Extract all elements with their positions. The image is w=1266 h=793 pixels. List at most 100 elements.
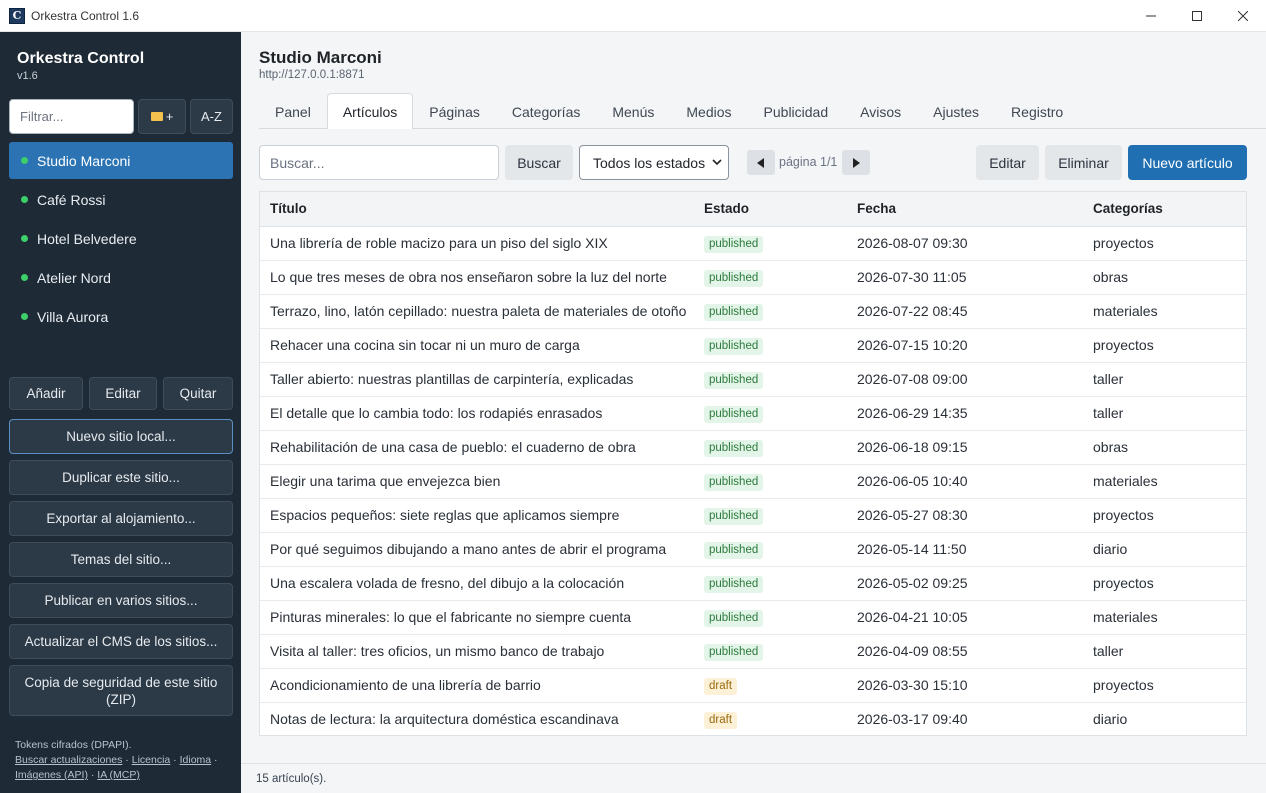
filter-input[interactable]: Filtrar... [9, 99, 134, 134]
new-article-button[interactable]: Nuevo artículo [1128, 145, 1247, 180]
cell-date: 2026-03-30 15:10 [857, 668, 1093, 703]
table-row[interactable]: Pinturas minerales: lo que el fabricante… [260, 600, 1246, 635]
tab-articles[interactable]: Artículos [326, 93, 414, 129]
table-row[interactable]: Lo que tres meses de obra nos enseñaron … [260, 260, 1246, 295]
add-site-button[interactable]: Añadir [9, 377, 83, 410]
table-row[interactable]: El detalle que lo cambia todo: los rodap… [260, 396, 1246, 431]
online-status-icon [21, 235, 28, 242]
table-row[interactable]: Una escalera volada de fresno, del dibuj… [260, 566, 1246, 601]
tab-bar: Panel Artículos Páginas Categorías Menús… [259, 93, 1079, 129]
site-item-label: Atelier Nord [37, 269, 111, 286]
column-header-date[interactable]: Fecha [857, 192, 1093, 227]
edit-site-button[interactable]: Editar [89, 377, 157, 410]
update-cms-button[interactable]: Actualizar el CMS de los sitios... [9, 624, 233, 659]
language-link[interactable]: Idioma [180, 754, 212, 766]
tab-settings[interactable]: Ajustes [917, 93, 995, 129]
next-page-button[interactable] [842, 150, 870, 175]
table-row[interactable]: Terrazo, lino, latón cepillado: nuestra … [260, 294, 1246, 329]
cell-status: published [704, 600, 857, 635]
tab-log[interactable]: Registro [995, 93, 1079, 129]
status-badge: published [704, 337, 764, 355]
cell-date: 2026-03-17 09:40 [857, 711, 968, 728]
site-item-cafe-rossi[interactable]: Café Rossi [9, 181, 233, 218]
remove-site-button[interactable]: Quitar [163, 377, 233, 410]
table-row[interactable]: Notas de lectura: la arquitectura domést… [260, 702, 1246, 736]
license-link[interactable]: Licencia [132, 754, 171, 766]
status-bar: 15 artículo(s). [241, 763, 1266, 793]
cell-date: 2026-07-22 08:45 [857, 294, 1093, 329]
table-row[interactable]: Acondicionamiento de una librería de bar… [260, 668, 1246, 703]
table-row[interactable]: Taller abierto: nuestras plantillas de c… [260, 362, 1246, 397]
tab-notices[interactable]: Avisos [844, 93, 917, 129]
cell-date: 2026-07-08 09:00 [857, 362, 1093, 397]
delete-article-button[interactable]: Eliminar [1045, 145, 1122, 180]
ai-mcp-link[interactable]: IA (MCP) [97, 769, 140, 781]
page-title: Studio Marconi [259, 48, 382, 67]
status-filter-select[interactable]: Todos los estados [579, 145, 729, 180]
site-item-hotel-belvedere[interactable]: Hotel Belvedere [9, 220, 233, 257]
cell-title: Taller abierto: nuestras plantillas de c… [260, 362, 704, 397]
folder-icon [150, 112, 163, 121]
table-header-row: Título Estado Fecha Categorías [260, 192, 1246, 227]
sort-az-button[interactable]: A-Z [190, 99, 233, 134]
table-row[interactable]: Visita al taller: tres oficios, un mismo… [260, 634, 1246, 669]
cell-date: 2026-04-21 10:05 [857, 600, 1093, 635]
caret-left-icon [757, 157, 764, 168]
cell-date: 2026-07-15 10:20 [857, 328, 1093, 363]
close-button[interactable] [1220, 0, 1266, 32]
column-header-title[interactable]: Título [260, 192, 704, 227]
table-row[interactable]: Elegir una tarima que envejezca bien publ… [260, 464, 1246, 499]
cell-category: taller [1093, 634, 1246, 669]
site-item-studio-marconi[interactable]: Studio Marconi [9, 142, 233, 179]
check-updates-link[interactable]: Buscar actualizaciones [15, 754, 122, 766]
images-api-link[interactable]: Imágenes (API) [15, 769, 88, 781]
cell-category: materiales [1093, 294, 1246, 329]
cell-category: materiales [1093, 600, 1246, 635]
status-badge: published [704, 575, 764, 593]
search-input[interactable]: Buscar... [259, 145, 499, 180]
new-folder-button[interactable]: + [138, 99, 186, 134]
cell-status: published [704, 328, 857, 363]
table-row[interactable]: Rehacer una cocina sin tocar ni un muro … [260, 328, 1246, 363]
tab-media[interactable]: Medios [670, 93, 747, 129]
table-row[interactable]: Una librería de roble macizo para un pis… [260, 226, 1246, 261]
cell-category: proyectos [1093, 328, 1246, 363]
minimize-button[interactable] [1128, 0, 1174, 32]
cell-date: 2026-07-30 11:05 [857, 260, 1093, 295]
page-indicator: página 1/1 [779, 155, 838, 169]
sidebar-version: v1.6 [17, 70, 38, 82]
column-header-status[interactable]: Estado [704, 192, 857, 227]
tab-pages[interactable]: Páginas [413, 93, 496, 129]
status-badge: draft [704, 711, 738, 729]
caret-right-icon [853, 157, 860, 168]
prev-page-button[interactable] [747, 150, 775, 175]
site-list: Studio Marconi Café Rossi Hotel Belveder… [9, 142, 233, 337]
table-row[interactable]: Rehabilitación de una casa de pueblo: el… [260, 430, 1246, 465]
title-bar: C Orkestra Control 1.6 [0, 0, 1266, 32]
cell-title: Terrazo, lino, latón cepillado: nuestra … [260, 294, 704, 329]
site-themes-button[interactable]: Temas del sitio... [9, 542, 233, 577]
duplicate-site-button[interactable]: Duplicar este sitio... [9, 460, 233, 495]
tab-advertising[interactable]: Publicidad [748, 93, 845, 129]
edit-article-button[interactable]: Editar [976, 145, 1039, 180]
multi-publish-button[interactable]: Publicar en varios sitios... [9, 583, 233, 618]
site-item-atelier-nord[interactable]: Atelier Nord [9, 259, 233, 296]
column-header-categories[interactable]: Categorías [1093, 192, 1246, 227]
table-row[interactable]: Espacios pequeños: siete reglas que apli… [260, 498, 1246, 533]
site-item-villa-aurora[interactable]: Villa Aurora [9, 298, 233, 335]
new-local-site-button[interactable]: Nuevo sitio local... [9, 419, 233, 454]
tab-menus[interactable]: Menús [596, 93, 670, 129]
export-hosting-button[interactable]: Exportar al alojamiento... [9, 501, 233, 536]
maximize-button[interactable] [1174, 0, 1220, 32]
table-row[interactable]: Por qué seguimos dibujando a mano antes … [260, 532, 1246, 567]
cell-title: Rehabilitación de una casa de pueblo: el… [260, 430, 704, 465]
cell-date: 2026-05-27 08:30 [857, 498, 1093, 533]
tab-categories[interactable]: Categorías [496, 93, 596, 129]
status-badge: published [704, 269, 764, 287]
window-title: Orkestra Control 1.6 [31, 8, 140, 23]
cell-status: published [704, 226, 857, 261]
cell-category: obras [1093, 260, 1246, 295]
search-button[interactable]: Buscar [505, 145, 573, 180]
backup-zip-button[interactable]: Copia de seguridad de este sitio (ZIP) [9, 665, 233, 716]
tab-panel[interactable]: Panel [259, 93, 327, 129]
